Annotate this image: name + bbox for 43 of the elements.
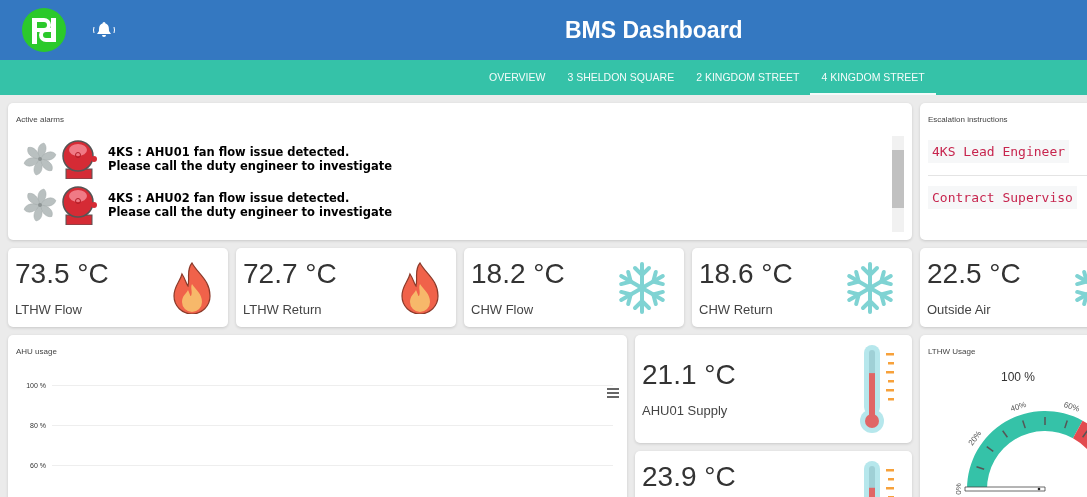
alarm-message: 4KS : AHU01 fan flow issue detected. Please call the duty engineer to investigate [108,145,392,173]
scrollbar[interactable] [892,136,904,232]
gauge-tick-label: 0% [954,483,963,495]
dashboard-title: BMS Dashboard [565,16,743,44]
building-tab[interactable]: OVERVIEW [478,60,557,95]
gauge-tick-label: 40% [1009,400,1028,414]
building-tab[interactable]: 3 SHELDON SQUARE [556,60,686,95]
sensor-label: CHW Return [699,302,774,317]
temperature-value: 23.9 °C [642,461,736,493]
contact-name: Contract Superviso [928,186,1077,209]
contact-name: 4KS Lead Engineer [928,140,1070,163]
gauge-tick-label: 60% [1062,400,1081,414]
thermometer-icon [860,345,896,433]
alarm-bell-icon [62,139,98,179]
temperature-value: 18.2 °C [471,258,565,290]
temperature-value: 18.6 °C [699,258,793,290]
menu-icon[interactable] [607,388,619,398]
fan-icon [22,141,58,177]
card-title: Escalation instructions [928,115,1009,124]
building-tab[interactable]: 4 KINGDOM STREET [810,60,936,95]
sensor-label: LTHW Return [243,302,323,317]
flame-icon [172,261,212,314]
flame-icon [400,261,440,314]
sensor-label: Outside Air [927,302,992,317]
sensor-label: AHU01 Supply [642,403,729,418]
temperature-value: 72.7 °C [243,258,337,290]
alarm-message: 4KS : AHU02 fan flow issue detected. Please call the duty engineer to investigate [108,191,392,219]
gauge-reading: 100 % [1000,370,1036,384]
temperature-value: 22.5 °C [927,258,1021,290]
temperature-value: 21.1 °C [642,359,736,391]
bell-icon[interactable] [92,20,116,40]
snowflake-icon [844,261,896,314]
snowflake-icon [616,261,668,314]
building-tab[interactable]: 2 KINGDOM STREET [685,60,811,95]
temperature-value: 73.5 °C [15,258,109,290]
sensor-label: LTHW Flow [15,302,83,317]
logo-icon [22,8,66,52]
card-title: LTHW Usage [928,347,977,356]
card-title: Active alarms [16,115,65,124]
card-title: AHU usage [16,347,58,356]
sensor-label: CHW Flow [471,302,535,317]
fan-icon [22,187,58,223]
alarm-bell-icon [62,185,98,225]
